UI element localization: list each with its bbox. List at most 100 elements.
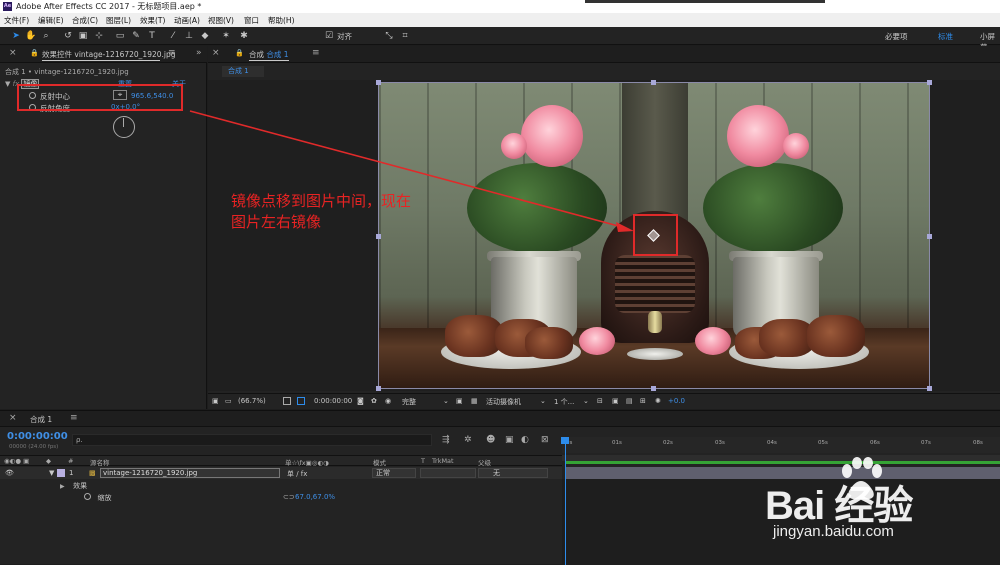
close-icon[interactable]: × bbox=[212, 48, 220, 58]
region-of-interest-icon[interactable]: ▣ bbox=[456, 397, 463, 405]
camera-tool-icon[interactable]: ▣ bbox=[77, 30, 89, 42]
brush-tool-icon[interactable]: ⁄ bbox=[167, 30, 179, 42]
menu-edit[interactable]: 编辑(E) bbox=[38, 15, 64, 26]
timeline-icon[interactable]: ▤ bbox=[626, 397, 633, 405]
menu-file[interactable]: 文件(F) bbox=[4, 15, 29, 26]
layer-name[interactable]: vintage-1216720_1920.jpg bbox=[100, 468, 280, 478]
workspace-standard[interactable]: 标准 bbox=[938, 31, 953, 42]
close-icon[interactable]: × bbox=[9, 413, 17, 423]
grid-guides-icon[interactable] bbox=[283, 397, 291, 405]
transform-handle[interactable] bbox=[376, 386, 381, 391]
panel-menu-icon[interactable]: ≡ bbox=[168, 48, 176, 58]
draft-3d-icon[interactable]: ✲ bbox=[464, 435, 472, 445]
motion-blur-icon[interactable]: ◐ bbox=[521, 435, 529, 445]
menu-composition[interactable]: 合成(C) bbox=[72, 15, 98, 26]
playhead[interactable] bbox=[565, 437, 566, 565]
mask-visibility-icon[interactable] bbox=[297, 397, 305, 405]
transparency-grid-icon[interactable]: ▦ bbox=[471, 397, 478, 405]
chevron-down-icon[interactable]: ⌄ bbox=[583, 397, 589, 405]
menu-animation[interactable]: 动画(A) bbox=[174, 15, 200, 26]
transform-handle[interactable] bbox=[376, 234, 381, 239]
constrain-link-icon[interactable]: ⊂⊃ bbox=[283, 493, 295, 501]
graph-editor-icon[interactable]: ⊠ bbox=[541, 435, 549, 445]
roto-brush-tool-icon[interactable]: ✶ bbox=[220, 30, 232, 42]
label-color-swatch[interactable] bbox=[57, 469, 65, 477]
layer-search-input[interactable]: ρ. bbox=[72, 434, 432, 446]
blend-mode-dropdown[interactable]: 正常 bbox=[372, 468, 416, 478]
lock-icon[interactable]: 🔒 bbox=[235, 49, 244, 57]
menu-layer[interactable]: 图层(L) bbox=[106, 15, 131, 26]
time-ruler[interactable]: 0s 01s 02s 03s 04s 05s 06s 07s 08s bbox=[562, 437, 1000, 453]
frame-blending-icon[interactable]: ▣ bbox=[505, 435, 514, 445]
panel-menu-icon[interactable]: ≡ bbox=[70, 413, 78, 423]
hand-tool-icon[interactable]: ✋ bbox=[25, 30, 37, 42]
expand-panels-icon[interactable]: » bbox=[196, 48, 202, 58]
lock-icon[interactable]: 🔒 bbox=[30, 49, 39, 57]
chevron-down-icon[interactable]: ⌄ bbox=[540, 397, 546, 405]
layer-row[interactable]: 👁 ▼ 1 ▩ vintage-1216720_1920.jpg 单 / fx … bbox=[0, 467, 562, 479]
exposure-value[interactable]: +0.0 bbox=[668, 397, 685, 405]
transform-handle[interactable] bbox=[927, 386, 932, 391]
collapse-triangle-icon[interactable]: ▼ bbox=[5, 80, 10, 88]
menu-effect[interactable]: 效果(T) bbox=[140, 15, 165, 26]
snap-checkbox-icon[interactable]: ☑ bbox=[323, 30, 335, 42]
tab-timeline[interactable]: 合成 1 bbox=[30, 414, 52, 425]
menu-window[interactable]: 窗口 bbox=[244, 15, 259, 26]
menu-view[interactable]: 视图(V) bbox=[208, 15, 234, 26]
transform-handle[interactable] bbox=[927, 80, 932, 85]
parent-dropdown[interactable]: 无 bbox=[478, 468, 548, 478]
toggle-pixel-icon[interactable]: ⊟ bbox=[597, 397, 603, 405]
tab-composition[interactable]: 合成 合成 1 bbox=[249, 49, 289, 60]
pan-behind-tool-icon[interactable]: ⊹ bbox=[93, 30, 105, 42]
snapshot-icon[interactable]: ◙ bbox=[357, 397, 364, 405]
effects-group[interactable]: ▶ 效果 bbox=[60, 481, 87, 491]
clone-stamp-tool-icon[interactable]: ⊥ bbox=[183, 30, 195, 42]
close-icon[interactable]: × bbox=[9, 48, 17, 58]
fast-preview-icon[interactable]: ▣ bbox=[612, 397, 619, 405]
transform-handle[interactable] bbox=[651, 386, 656, 391]
exposure-icon[interactable]: ✺ bbox=[655, 397, 661, 405]
puppet-tool-icon[interactable]: ✱ bbox=[238, 30, 250, 42]
workspace-essentials[interactable]: 必要项 bbox=[885, 31, 908, 42]
flowchart-icon[interactable]: ⊞ bbox=[640, 397, 646, 405]
rectangle-tool-icon[interactable]: ▭ bbox=[114, 30, 126, 42]
panel-menu-icon[interactable]: ≡ bbox=[312, 48, 320, 58]
tab-effect-controls[interactable]: 效果控件 vintage-1216720_1920.jpg bbox=[42, 49, 176, 60]
col-source-name[interactable]: 源名称 bbox=[90, 457, 110, 467]
grid-icon[interactable]: ⌗ bbox=[399, 30, 411, 42]
transform-handle[interactable] bbox=[927, 234, 932, 239]
expand-triangle-icon[interactable]: ▶ bbox=[60, 483, 65, 490]
views-dropdown[interactable]: 1 个... bbox=[554, 397, 574, 407]
av-features-icon[interactable]: ◉◐● ▣ bbox=[4, 457, 29, 465]
resolution-dropdown[interactable]: 完整 bbox=[402, 397, 416, 407]
text-tool-icon[interactable]: T bbox=[146, 30, 158, 42]
pen-tool-icon[interactable]: ✎ bbox=[130, 30, 142, 42]
scale-value[interactable]: 67.0,67.0% bbox=[295, 493, 335, 501]
transform-handle[interactable] bbox=[651, 80, 656, 85]
trkmat-dropdown[interactable] bbox=[420, 468, 476, 478]
chevron-down-icon[interactable]: ⌄ bbox=[443, 397, 449, 405]
always-preview-icon[interactable]: ▣ bbox=[212, 397, 219, 405]
timeline-current-time[interactable]: 0:00:00:00 bbox=[7, 431, 68, 442]
eye-icon[interactable]: 👁 bbox=[5, 469, 14, 477]
eraser-tool-icon[interactable]: ◆ bbox=[199, 30, 211, 42]
monitor-icon[interactable]: ▭ bbox=[225, 397, 232, 405]
comp-subtab[interactable]: 合成 1 bbox=[222, 66, 264, 77]
stopwatch-icon[interactable] bbox=[84, 493, 91, 500]
layer-switches-icon[interactable]: 单 / fx bbox=[287, 469, 307, 479]
current-time[interactable]: 0:00:00:00 bbox=[314, 397, 352, 405]
playhead-handle[interactable] bbox=[561, 437, 569, 444]
composition-mini-flowchart-icon[interactable]: ⇶ bbox=[442, 435, 450, 445]
composition-viewer[interactable] bbox=[208, 80, 1000, 391]
menu-help[interactable]: 帮助(H) bbox=[268, 15, 295, 26]
camera-view-dropdown[interactable]: 活动摄像机 bbox=[486, 397, 521, 407]
show-snapshot-icon[interactable]: ✿ bbox=[371, 397, 377, 405]
align-icon[interactable]: ⤡ bbox=[383, 30, 395, 42]
zoom-tool-icon[interactable]: ⌕ bbox=[40, 30, 52, 42]
expand-triangle-icon[interactable]: ▼ bbox=[49, 469, 54, 477]
selection-tool-icon[interactable]: ➤ bbox=[10, 30, 22, 42]
shy-layers-icon[interactable]: ☻ bbox=[486, 435, 495, 445]
transform-handle[interactable] bbox=[376, 80, 381, 85]
channel-icon[interactable]: ◉ bbox=[385, 397, 391, 405]
magnification-dropdown[interactable]: (66.7%) bbox=[238, 397, 266, 405]
